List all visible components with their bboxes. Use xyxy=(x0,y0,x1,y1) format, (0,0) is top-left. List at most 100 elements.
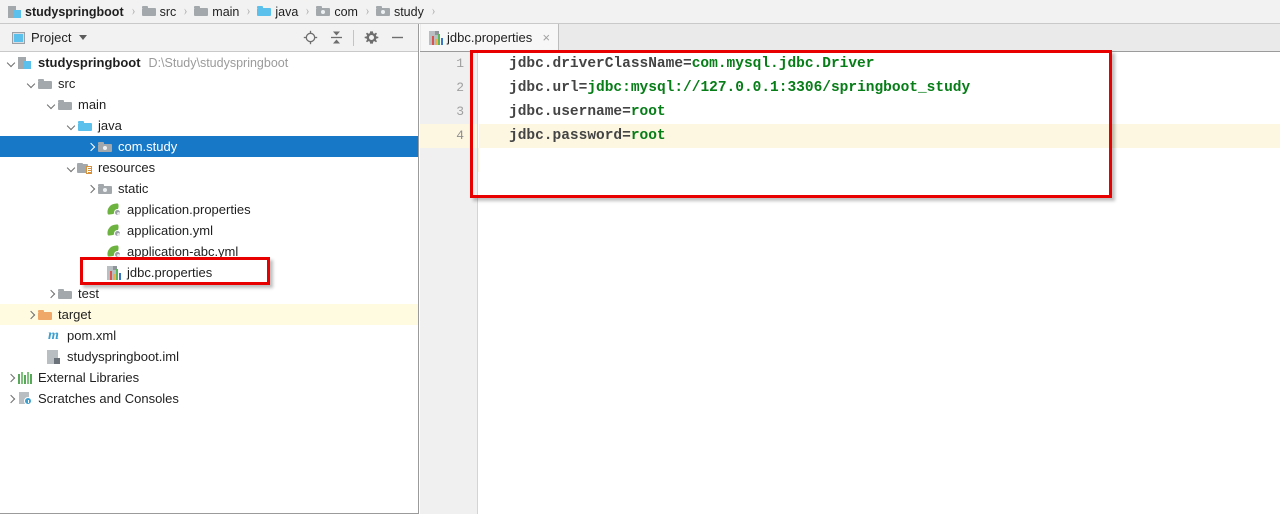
chevron-right-icon[interactable] xyxy=(5,372,16,383)
tree-row-src[interactable]: src xyxy=(0,73,418,94)
spring-leaf-icon xyxy=(105,203,121,216)
tree-row-main[interactable]: main xyxy=(0,94,418,115)
tree-row-label: target xyxy=(58,307,92,322)
line-number: 1 xyxy=(456,56,464,71)
breadcrumb-label: java xyxy=(275,4,299,19)
editor-area: jdbc.properties × 1 2 3 4 jdbc.driverCla… xyxy=(420,24,1280,514)
folder-orange-icon xyxy=(37,309,52,320)
tree-row-jdbc-properties[interactable]: jdbc.properties xyxy=(0,262,418,283)
package-icon xyxy=(97,141,112,152)
code-editor[interactable]: jdbc.driverClassName=com.mysql.jdbc.Driv… xyxy=(479,52,1280,514)
folder-blue-icon xyxy=(77,120,92,131)
breadcrumb-label: com xyxy=(334,4,358,19)
breadcrumb: studyspringboot › src › main › java › co… xyxy=(0,0,1280,24)
code-key: jdbc.password= xyxy=(509,128,631,144)
tree-row-label: application.yml xyxy=(127,223,213,238)
locate-icon[interactable] xyxy=(297,25,323,51)
folder-gray-icon xyxy=(57,99,72,110)
chevron-right-icon[interactable] xyxy=(45,288,56,299)
breadcrumb-separator-icon: › xyxy=(431,3,436,19)
line-number: 4 xyxy=(420,124,477,148)
breadcrumb-item-main[interactable]: main xyxy=(192,0,241,24)
chevron-right-icon[interactable] xyxy=(85,183,96,194)
breadcrumb-item-studyspringboot[interactable]: studyspringboot xyxy=(6,0,126,24)
tree-row-application-properties[interactable]: application.properties xyxy=(0,199,418,220)
gear-icon[interactable] xyxy=(358,25,384,51)
tree-row-label: jdbc.properties xyxy=(127,265,213,280)
module-icon xyxy=(18,56,31,69)
ide-window: studyspringboot › src › main › java › co… xyxy=(0,0,1280,514)
breadcrumb-label: src xyxy=(159,4,177,19)
tree-row-test[interactable]: test xyxy=(0,283,418,304)
editor-tab-jdbc-properties[interactable]: jdbc.properties × xyxy=(421,24,560,51)
project-tree[interactable]: studyspringboot D:\Study\studyspringboot… xyxy=(0,52,418,513)
maven-icon: m xyxy=(48,328,59,343)
chevron-down-icon[interactable] xyxy=(65,120,76,131)
breadcrumb-label: study xyxy=(393,4,424,19)
code-line: jdbc.password=root xyxy=(479,124,1280,148)
chevron-down-icon[interactable] xyxy=(79,35,88,40)
tree-row-label: com.study xyxy=(118,139,178,154)
libraries-icon xyxy=(17,371,32,384)
chevron-right-icon[interactable] xyxy=(5,393,16,404)
breadcrumb-separator-icon: › xyxy=(305,3,310,19)
tree-row-pom-xml[interactable]: m pom.xml xyxy=(0,325,418,346)
folder-gray-icon xyxy=(57,288,72,299)
tree-row-application-abc-yml[interactable]: application-abc.yml xyxy=(0,241,418,262)
iml-file-icon xyxy=(47,349,60,364)
breadcrumb-separator-icon: › xyxy=(365,3,370,19)
properties-file-icon xyxy=(429,30,443,45)
line-number: 2 xyxy=(456,80,464,95)
chevron-down-icon[interactable] xyxy=(25,78,36,89)
chevron-right-icon[interactable] xyxy=(85,141,96,152)
project-panel-title-group[interactable]: Project xyxy=(0,30,88,45)
tree-row-label: resources xyxy=(98,160,156,175)
resources-icon xyxy=(77,162,92,174)
tree-row-scratches-and-consoles[interactable]: Scratches and Consoles xyxy=(0,388,418,409)
tree-row-path: D:\Study\studyspringboot xyxy=(148,55,289,70)
close-icon[interactable]: × xyxy=(540,31,552,44)
editor-gutter[interactable]: 1 2 3 4 xyxy=(420,52,478,514)
chevron-down-icon[interactable] xyxy=(5,57,16,68)
spring-leaf-icon xyxy=(105,224,121,237)
tree-row-external-libraries[interactable]: External Libraries xyxy=(0,367,418,388)
breadcrumb-separator-icon: › xyxy=(183,3,188,19)
chevron-right-icon[interactable] xyxy=(25,309,36,320)
code-line: jdbc.username=root xyxy=(479,100,1280,124)
breadcrumb-item-study[interactable]: study xyxy=(374,0,426,24)
tree-row-target[interactable]: target xyxy=(0,304,418,325)
tree-row-label: studyspringboot.iml xyxy=(67,349,179,364)
project-panel-title: Project xyxy=(31,30,72,45)
chevron-down-icon[interactable] xyxy=(45,99,56,110)
tree-row-label: Scratches and Consoles xyxy=(38,391,179,406)
tree-row-label: External Libraries xyxy=(38,370,140,385)
tree-row-java[interactable]: java xyxy=(0,115,418,136)
folder-gray-icon xyxy=(37,78,52,89)
project-tool-window: Project studyspringboot D:\Study\studysp… xyxy=(0,24,419,514)
breadcrumb-item-java[interactable]: java xyxy=(255,0,300,24)
code-value: root xyxy=(630,128,666,144)
tree-row-studyspringboot[interactable]: studyspringboot D:\Study\studyspringboot xyxy=(0,52,418,73)
chevron-down-icon[interactable] xyxy=(65,162,76,173)
minimize-icon[interactable] xyxy=(384,25,410,51)
tree-row-label: studyspringboot xyxy=(38,55,141,70)
breadcrumb-separator-icon: › xyxy=(247,3,251,19)
code-value: com.mysql.jdbc.Driver xyxy=(691,56,875,72)
tree-row-static[interactable]: static xyxy=(0,178,418,199)
code-key: jdbc.driverClassName= xyxy=(509,56,692,72)
breadcrumb-item-src[interactable]: src xyxy=(140,0,179,24)
code-key: jdbc.username= xyxy=(509,104,631,120)
tree-row-application-yml[interactable]: application.yml xyxy=(0,220,418,241)
tree-row-studyspringboot-iml[interactable]: studyspringboot.iml xyxy=(0,346,418,367)
code-value: root xyxy=(630,104,666,120)
project-panel-header: Project xyxy=(0,24,418,52)
properties-file-icon xyxy=(107,265,121,280)
breadcrumb-item-com[interactable]: com xyxy=(314,0,360,24)
tree-row-com-study[interactable]: com.study xyxy=(0,136,418,157)
code-line: jdbc.driverClassName=com.mysql.jdbc.Driv… xyxy=(479,52,1280,76)
breadcrumb-label: main xyxy=(212,4,240,19)
tree-row-label: pom.xml xyxy=(67,328,117,343)
tree-row-resources[interactable]: resources xyxy=(0,157,418,178)
code-key: jdbc.url= xyxy=(509,80,588,96)
collapse-all-icon[interactable] xyxy=(323,25,349,51)
